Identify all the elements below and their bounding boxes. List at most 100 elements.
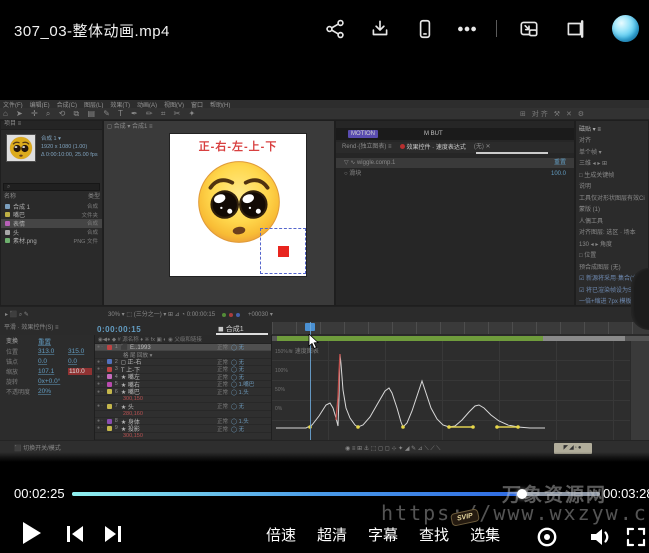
props-row: 对齐图层: 选区 · 场本: [576, 225, 648, 237]
transform-rows: 位置313.0315.0锚点0.00.0缩放107.1110.0旋转0x+0.0…: [0, 346, 94, 396]
viewer-footer-strip: ▸ ⬛ ⌕ ✎ 30% ▾ ⬚ (三分之一) ▾ ⊞ ⊿ ◔ 0:00:00:1…: [0, 306, 649, 322]
props-row: 人偶工具: [576, 213, 648, 225]
more-icon[interactable]: [456, 18, 478, 40]
playback-speed-button[interactable]: 倍速: [266, 524, 296, 545]
ae-toolbar-right: ⊞ 对齐 ⚒ ✕ ⚙: [520, 109, 586, 119]
project-item[interactable]: 合成 1合成: [1, 202, 102, 211]
fx-chip-label: M BUT: [424, 131, 443, 138]
playlist-button[interactable]: 选集: [470, 524, 500, 545]
graph-mini-toolbar[interactable]: ◤◢◦●: [554, 443, 592, 454]
props-row: □ 生成关键帧: [576, 167, 648, 179]
props-tab[interactable]: 磁贴 ▾ ≡: [576, 121, 648, 133]
channel-green-dot[interactable]: [222, 313, 226, 317]
props-row: 工具仅对形状图层有效Ci: [576, 190, 648, 202]
red-shape-layer[interactable]: [278, 246, 289, 257]
download-icon[interactable]: [369, 18, 391, 40]
props-row: □ 位置: [576, 248, 648, 260]
resolution-dropdown[interactable]: +00030 ▾: [248, 312, 273, 319]
timeline-layer-row[interactable]: 300,150: [95, 433, 271, 440]
progress-thumb[interactable]: [517, 489, 527, 499]
timeline-layer-row[interactable]: ●◦6★ 嘴巴正常◯ 1.头: [95, 388, 271, 395]
timeline-layer-panel: ◉◀● ◆ # 源名称 ♦ ※ fx ▣ ◐ ◉ 父级和链接 ●◦1⬛ E..1…: [95, 335, 272, 440]
topbar-divider: [496, 20, 497, 37]
mouse-cursor: [308, 334, 320, 350]
channel-blue-dot[interactable]: [236, 313, 240, 317]
timeline-layer-row[interactable]: ●◦7★ 头正常◯ 无: [95, 403, 271, 410]
keyframe-dot: [401, 425, 405, 429]
keyframe-dot: [447, 425, 451, 429]
ae-project-panel: 项目 ≡ 合成 1 ▾1920 x 1080 (1.00)Δ 0:00:10:0…: [0, 120, 103, 306]
ae-tool-icons: ⌂ ➤ ✛ ⌕ ⟲ ⧉ ▤ ✎ T ✒ ✏ ⌗ ✂ ✦: [3, 109, 198, 119]
comp-text-layer: 正-右-左-上-下: [170, 138, 306, 154]
quality-button[interactable]: 超清: [317, 524, 347, 545]
project-item[interactable]: 头合成: [1, 228, 102, 237]
ae-menubar: 文件(F)编辑(E)合成(C)图层(L)效果(T)动画(A)视图(V)窗口帮助(…: [0, 100, 649, 108]
transform-row[interactable]: 旋转0x+0.0°: [0, 376, 94, 386]
comp-canvas[interactable]: 正-右-左-上-下: [170, 134, 306, 276]
user-avatar[interactable]: [612, 15, 639, 42]
project-item[interactable]: 表情合成: [1, 219, 102, 228]
transform-reset[interactable]: 重置: [38, 336, 62, 346]
side-panel-handle[interactable]: [631, 268, 649, 330]
find-button[interactable]: 查找: [419, 524, 449, 545]
ae-effects-panel: MOTION M BUT Rend·(独立图表) ≡ 效果控件 · 速度表达式 …: [335, 120, 575, 306]
play-button[interactable]: [22, 521, 42, 545]
text-controls: 倍速 超清 字幕 查找 选集: [266, 524, 526, 545]
props-row: 说明: [576, 179, 648, 191]
volume-icon[interactable]: [589, 526, 614, 548]
current-time: 00:02:25: [14, 486, 65, 501]
transform-row[interactable]: 缩放107.1110.0: [0, 366, 94, 376]
mini-player-icon[interactable]: [518, 18, 540, 40]
keyframe-dot: [471, 425, 475, 429]
project-search-input[interactable]: ⌕: [3, 183, 100, 191]
fullscreen-icon[interactable]: [626, 527, 646, 547]
timeline-layer-row[interactable]: ●◦9★ 投影正常◯ 无: [95, 425, 271, 432]
project-item[interactable]: 素材.pngPNG 文件: [1, 236, 102, 245]
graph-tool-icons[interactable]: ◉ ≡ ⊞ ⚓ ⬚ ◻ ◻ ⊹ ✦ ◢ ✎ ⊿ ⟍ ⟋ ⟍: [345, 446, 440, 453]
comp-viewer-tabs[interactable]: ◻ 合成 ▾ 合成1 ≡: [107, 121, 153, 130]
keyframe-dot: [356, 425, 360, 429]
theater-mode-icon[interactable]: [564, 18, 586, 40]
transform-row[interactable]: 位置313.0315.0: [0, 346, 94, 356]
fx-purple-chip[interactable]: MOTION: [348, 130, 378, 138]
props-row: 蒙版 (1): [576, 202, 648, 214]
viewer-footer-icons[interactable]: ▸ ⬛ ⌕ ✎: [5, 312, 29, 319]
timeline-timecode[interactable]: 0:00:00:15: [97, 325, 141, 334]
effect-panel-tab[interactable]: 平滑 · 效果控件(S) ≡: [4, 325, 59, 332]
subtitles-button[interactable]: 字幕: [368, 524, 398, 545]
transform-header[interactable]: 变换: [6, 336, 32, 345]
previous-episode-button[interactable]: [64, 524, 86, 544]
cast-icon[interactable]: [536, 526, 558, 548]
ae-toolbar: ⌂ ➤ ✛ ⌕ ⟲ ⧉ ▤ ✎ T ✒ ✏ ⌗ ✂ ✦ ⊞ 对齐 ⚒ ✕ ⚙: [0, 108, 649, 120]
props-row: 单个帧 ▾: [576, 144, 648, 156]
props-row: 对齐: [576, 133, 648, 145]
transform-properties-panel: 变换 重置 位置313.0315.0锚点0.00.0缩放107.1110.0旋转…: [0, 335, 95, 440]
keyframe-dot: [495, 425, 499, 429]
record-dot-icon: [400, 144, 405, 149]
fx-tab-close[interactable]: (无) ✕: [474, 144, 491, 151]
video-player: 307_03-整体动画.mp4 文件(F)编辑(E)合成(C)图层(L)效果(T…: [0, 0, 649, 553]
timeline-ruler[interactable]: [272, 322, 649, 335]
graph-scroll-strip[interactable]: [630, 341, 649, 440]
channel-red-dot[interactable]: [229, 313, 233, 317]
video-frame[interactable]: 文件(F)编辑(E)合成(C)图层(L)效果(T)动画(A)视图(V)窗口帮助(…: [0, 100, 649, 462]
toggle-switches-label[interactable]: ⬛ 切换开关/模式: [14, 446, 61, 453]
mobile-play-icon[interactable]: [414, 18, 436, 40]
share-icon[interactable]: [324, 18, 346, 40]
props-row: 130 ◂ ▸ 角度: [576, 236, 648, 248]
fx-tab-active[interactable]: 效果控件 · 速度表达式: [400, 144, 466, 152]
fx-tab-left[interactable]: Rend·(独立图表) ≡: [342, 144, 392, 151]
project-tab[interactable]: 项目 ≡: [1, 121, 102, 130]
project-item[interactable]: 嘴巴文件夹: [1, 211, 102, 220]
zoom-level-dropdown[interactable]: 30% ▾ ⬚ (三分之一) ▾ ⊞ ⊿ ◔ 0:00:00:15: [108, 312, 215, 319]
transform-row[interactable]: 不透明度20%: [0, 386, 94, 396]
fx-property-row[interactable]: ▽ ∿ wiggle.comp.1重置: [336, 158, 574, 168]
layer-rows: ●◦1⬛ E..1993正常◯ 无格 尾 回放 ▾●◦2◻ 正-右正常◯ 无●◦…: [95, 344, 271, 440]
emoji-thumb: [9, 136, 33, 160]
transform-row[interactable]: 锚点0.00.0: [0, 356, 94, 366]
fx-property-row[interactable]: ○ 滑块100.0: [336, 169, 574, 179]
video-title: 307_03-整体动画.mp4: [14, 20, 170, 41]
speed-graph-curve: [272, 348, 630, 432]
next-episode-button[interactable]: [102, 524, 124, 544]
project-thumbnail: [6, 134, 36, 162]
